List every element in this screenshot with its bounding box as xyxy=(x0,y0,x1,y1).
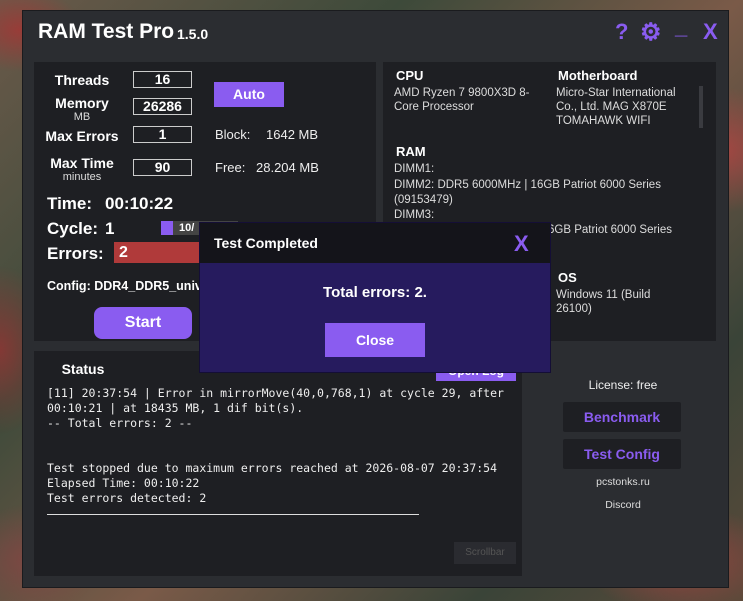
dimm2-serial: (09153479) xyxy=(394,194,453,206)
ram-title: RAM xyxy=(396,144,426,159)
status-title: Status xyxy=(44,360,122,378)
motherboard-value: Micro-Star International Co., Ltd. MAG X… xyxy=(556,87,676,127)
app-title: RAM Test Pro xyxy=(38,20,175,43)
free-value: 28.204 MB xyxy=(256,160,319,175)
dimm4-text: 6GB Patriot 6000 Series xyxy=(548,224,673,236)
log-line-7: Elapsed Time: 00:10:22 xyxy=(47,476,200,490)
block-label: Block: xyxy=(215,127,251,142)
os-title: OS xyxy=(558,270,577,285)
cycle-label: Cycle: xyxy=(47,219,99,238)
memory-label: Memory xyxy=(55,95,109,111)
cpu-title: CPU xyxy=(396,68,424,83)
errors-label: Errors: xyxy=(47,244,104,263)
dialog-close-icon[interactable]: X xyxy=(514,231,529,257)
dialog-title: Test Completed xyxy=(214,235,318,251)
auto-button[interactable]: Auto xyxy=(214,82,284,107)
config-text: Config: DDR4_DDR5_unive xyxy=(47,279,209,293)
time-value: 00:10:22 xyxy=(105,194,174,213)
gear-icon[interactable]: ⚙ xyxy=(640,18,662,47)
cycle-value: 1 xyxy=(105,219,115,238)
app-version: 1.5.0 xyxy=(177,26,209,42)
max-errors-input[interactable]: 1 xyxy=(133,126,192,143)
max-time-input[interactable]: 90 xyxy=(133,159,192,176)
status-log[interactable]: [11] 20:37:54 | Error in mirrorMove(40,0… xyxy=(47,386,515,528)
start-button[interactable]: Start xyxy=(94,307,192,339)
close-button[interactable]: X xyxy=(703,19,718,45)
cycle-progress-fill xyxy=(161,221,173,235)
dimm2-text: DIMM2: DDR5 6000MHz | 16GB Patriot 6000 … xyxy=(394,179,661,191)
errors-value: 2 xyxy=(114,242,214,263)
cycle-progress-text: 10/ xyxy=(179,222,195,234)
test-completed-dialog: Test Completed X Total errors: 2. Close xyxy=(200,223,550,372)
status-panel: Status Open Log [11] 20:37:54 | Error in… xyxy=(34,351,522,576)
dialog-close-button[interactable]: Close xyxy=(325,323,425,357)
memory-unit: MB xyxy=(73,111,91,123)
test-config-button[interactable]: Test Config xyxy=(563,439,681,469)
time-label: Time: xyxy=(47,194,93,213)
log-line-3: -- Total errors: 2 -- xyxy=(47,416,193,430)
help-button[interactable]: ? xyxy=(615,19,628,45)
motherboard-scrollarea[interactable]: Micro-Star International Co., Ltd. MAG X… xyxy=(556,86,696,128)
website-link[interactable]: pcstonks.ru xyxy=(583,476,663,488)
os-value: Windows 11 (Build 26100) xyxy=(556,289,651,315)
memory-input[interactable]: 26286 xyxy=(133,98,192,115)
max-time-label: Max Time xyxy=(50,155,114,171)
log-line-6: Test stopped due to maximum errors reach… xyxy=(47,461,498,475)
threads-input[interactable]: 16 xyxy=(133,71,192,88)
benchmark-button[interactable]: Benchmark xyxy=(563,402,681,432)
scrollbar[interactable]: Scrollbar xyxy=(454,542,516,564)
cpu-value: AMD Ryzen 7 9800X3D 8-Core Processor xyxy=(394,87,530,113)
discord-link[interactable]: Discord xyxy=(583,499,663,511)
dimm3-text: DIMM3: xyxy=(394,209,435,221)
license-text: License: free xyxy=(588,378,658,392)
log-line-1: [11] 20:37:54 | Error in mirrorMove(40,0… xyxy=(47,386,504,400)
max-time-unit: minutes xyxy=(62,171,102,183)
dialog-header: Test Completed X xyxy=(200,223,550,263)
max-errors-label: Max Errors xyxy=(45,128,119,144)
block-value: 1642 MB xyxy=(266,127,319,142)
free-label: Free: xyxy=(215,160,246,175)
motherboard-scrollbar[interactable] xyxy=(699,86,703,128)
log-separator xyxy=(47,514,419,515)
threads-label: Threads xyxy=(54,72,110,88)
log-line-2: 00:10:21 | at 18435 MB, 1 dif bit(s). xyxy=(47,401,304,415)
dimm1-text: DIMM1: xyxy=(394,163,435,175)
log-line-8: Test errors detected: 2 xyxy=(47,491,207,505)
motherboard-title: Motherboard xyxy=(558,68,638,83)
dialog-message: Total errors: 2. xyxy=(323,284,427,301)
minimize-button[interactable]: _ xyxy=(675,14,687,40)
